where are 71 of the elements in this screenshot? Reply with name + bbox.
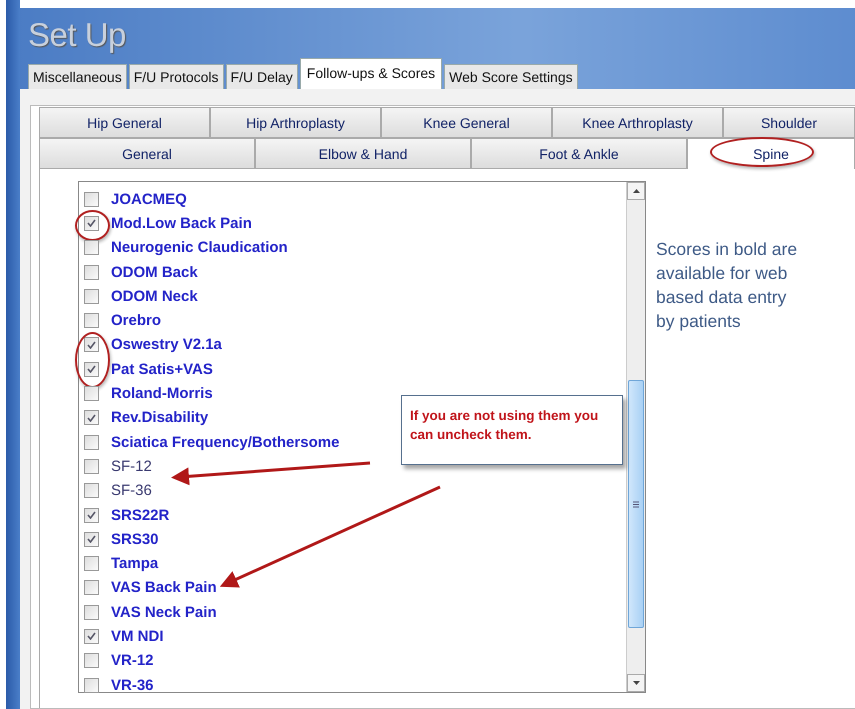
checkmark-icon — [87, 340, 96, 349]
score-label: Pat Satis+VAS — [111, 360, 213, 378]
note-text: Scores in bold are available for web based data entry by patients — [656, 238, 798, 333]
tab[interactable]: Foot & Ankle — [471, 138, 687, 169]
checkmark-icon — [87, 365, 96, 374]
tab[interactable]: General — [39, 138, 255, 169]
score-label: VAS Neck Pain — [111, 604, 217, 621]
checkbox[interactable] — [84, 216, 99, 231]
tab[interactable]: Knee Arthroplasty — [552, 107, 723, 138]
checkbox[interactable] — [84, 628, 99, 644]
checkbox[interactable] — [84, 458, 99, 474]
checkbox[interactable] — [84, 386, 99, 402]
score-label: VAS Back Pain — [111, 579, 217, 596]
checkbox[interactable] — [84, 604, 99, 620]
grip-icon — [633, 500, 639, 508]
checkbox[interactable] — [84, 678, 99, 693]
score-label: VR-12 — [111, 652, 154, 670]
score-label: Roland-Morris — [111, 385, 213, 402]
tab[interactable]: Follow-ups & Scores — [300, 58, 442, 89]
tab[interactable]: Elbow & Hand — [255, 138, 471, 169]
checkbox[interactable] — [84, 434, 99, 450]
checkbox[interactable] — [84, 508, 99, 522]
tab[interactable]: Shoulder — [723, 107, 855, 138]
score-label: SF-12 — [111, 458, 152, 475]
checkbox[interactable] — [84, 288, 99, 304]
tab[interactable]: Hip Arthroplasty — [210, 107, 381, 138]
checkmark-icon — [87, 219, 96, 228]
checkbox[interactable] — [84, 192, 99, 207]
score-label: Rev.Disability — [111, 409, 208, 426]
scroll-down-icon[interactable] — [632, 681, 640, 685]
checkmark-icon — [87, 535, 96, 544]
score-label: Sciatica Frequency/Bothersome — [111, 434, 340, 451]
checkbox[interactable] — [84, 240, 99, 256]
checkbox[interactable] — [84, 580, 99, 596]
score-label: VM NDI — [111, 628, 164, 645]
callout-text: If you are not using them you can uncheck them. — [401, 395, 623, 465]
checkbox[interactable] — [84, 362, 99, 377]
checkbox[interactable] — [84, 264, 99, 280]
score-label: ODOM Back — [111, 264, 198, 281]
checkbox[interactable] — [84, 556, 99, 572]
score-label: JOACMEQ — [111, 190, 187, 208]
checkbox[interactable] — [84, 337, 99, 352]
score-label: Orebro — [111, 312, 162, 330]
window-title: Set Up — [28, 16, 127, 55]
checkbox[interactable] — [84, 483, 99, 498]
score-label: ODOM Neck — [111, 288, 198, 305]
score-label: SF-36 — [111, 482, 152, 500]
checkbox[interactable] — [84, 653, 99, 668]
scrollbar[interactable] — [626, 182, 645, 692]
checkbox[interactable] — [84, 410, 99, 426]
checkbox[interactable] — [84, 532, 99, 547]
tab[interactable]: Hip General — [39, 107, 210, 138]
score-label: Neurogenic Claudication — [111, 239, 288, 256]
tab[interactable]: Knee General — [381, 107, 552, 138]
score-label: SRS22R — [111, 506, 170, 524]
checkmark-icon — [87, 511, 96, 519]
tab[interactable]: F/U Protocols — [128, 64, 224, 89]
score-label: Tampa — [111, 555, 158, 572]
tab[interactable]: Spine — [687, 138, 855, 169]
scroll-up-icon[interactable] — [632, 189, 640, 193]
score-label: Oswestry V2.1a — [111, 336, 222, 354]
score-label: SRS30 — [111, 530, 159, 548]
score-label: VR-36 — [111, 676, 154, 694]
tab[interactable]: Miscellaneous — [28, 64, 127, 89]
tab[interactable]: Web Score Settings — [444, 64, 578, 89]
score-label: Mod.Low Back Pain — [111, 214, 252, 232]
checkbox[interactable] — [84, 313, 99, 328]
checkmark-icon — [87, 414, 96, 422]
checkmark-icon — [87, 632, 96, 640]
scroll-thumb[interactable] — [628, 380, 644, 628]
tab[interactable]: F/U Delay — [226, 64, 298, 89]
